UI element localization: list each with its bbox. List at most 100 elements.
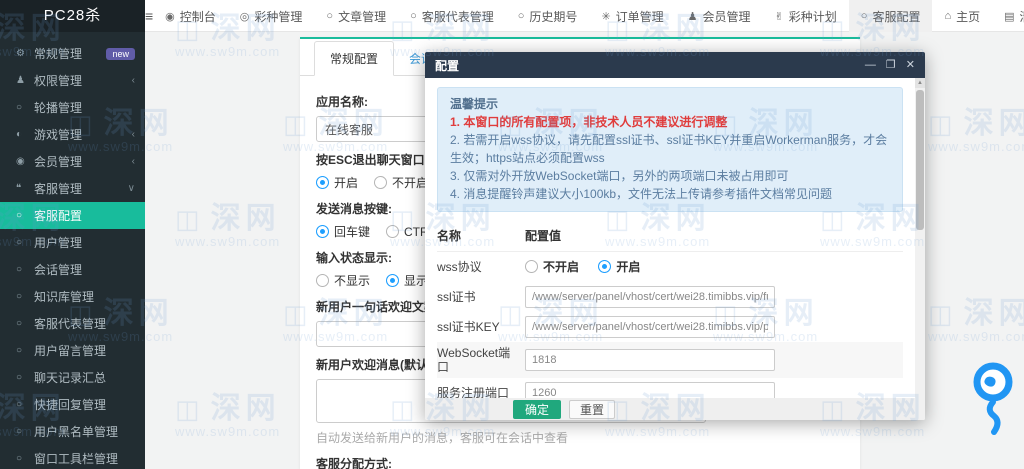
circle-icon: ○ bbox=[16, 372, 34, 383]
circle-icon: ○ bbox=[16, 399, 34, 410]
esc-on-radio[interactable]: 开启 bbox=[316, 174, 358, 191]
sidebar-item-label: 客服配置 bbox=[34, 207, 82, 224]
sidebar-item-label: 游戏管理 bbox=[34, 126, 82, 143]
sidebar-item-8[interactable]: ○会话管理 bbox=[0, 256, 145, 283]
nav-item-8[interactable]: ○客服配置 bbox=[849, 0, 933, 32]
nav-item-10[interactable]: ▤清除缓存 bbox=[992, 0, 1024, 32]
watermark-url: www.sw9m.com bbox=[928, 329, 1024, 345]
sidebar-item-4[interactable]: ◉会员管理‹ bbox=[0, 148, 145, 175]
watermark-logo-text: 深网 bbox=[964, 107, 1024, 140]
sidebar-item-6[interactable]: ○客服配置 bbox=[0, 202, 145, 229]
home-icon: ⌂ bbox=[944, 10, 951, 22]
sidebar-item-label: 知识库管理 bbox=[34, 288, 94, 305]
send-enter-radio[interactable]: 回车键 bbox=[316, 223, 370, 240]
config-value-input[interactable] bbox=[525, 286, 775, 308]
sidebar-item-label: 用户黑名单管理 bbox=[34, 423, 118, 440]
sidebar-item-label: 常规管理 bbox=[34, 45, 82, 62]
users-icon: ♟ bbox=[16, 75, 34, 86]
circle-icon: ○ bbox=[16, 318, 34, 329]
welcome-msg-help: 自动发送给新用户的消息，客服可在会话中查看 bbox=[316, 429, 844, 446]
nav-item-2[interactable]: ○文章管理 bbox=[314, 0, 398, 32]
sidebar-item-7[interactable]: ○用户管理 bbox=[0, 229, 145, 256]
wss-on-radio[interactable]: 开启 bbox=[598, 258, 640, 275]
wss-off-radio[interactable]: 不开启 bbox=[525, 258, 579, 275]
menu-icon[interactable]: ≡ bbox=[145, 0, 153, 32]
sidebar-item-1[interactable]: ♟权限管理‹ bbox=[0, 67, 145, 94]
nav-item-0[interactable]: ◉控制台 bbox=[153, 0, 228, 32]
floating-chat-balloon-icon[interactable] bbox=[968, 360, 1020, 441]
chevron-left-icon: ‹ bbox=[132, 156, 135, 167]
agent-manage-icon: ○ bbox=[410, 10, 417, 22]
wss-options: 不开启 开启 bbox=[525, 258, 903, 276]
sidebar-item-label: 快捷回复管理 bbox=[34, 396, 106, 413]
config-row-0: ssl证书 bbox=[437, 282, 903, 312]
config-row-3: 服务注册端口 bbox=[437, 378, 903, 398]
sidebar-item-2[interactable]: ○轮播管理 bbox=[0, 94, 145, 121]
sidebar-item-14[interactable]: ○用户黑名单管理 bbox=[0, 418, 145, 445]
nav-item-3[interactable]: ○客服代表管理 bbox=[398, 0, 506, 32]
circle-icon: ○ bbox=[16, 237, 34, 248]
typing-show-radio[interactable]: 显示 bbox=[386, 272, 428, 289]
sidebar-item-label: 客服管理 bbox=[34, 180, 82, 197]
sidebar-item-12[interactable]: ○聊天记录汇总 bbox=[0, 364, 145, 391]
lottery-plan-icon: ✌ bbox=[775, 10, 784, 23]
dialog-scrollbar[interactable]: ▲ bbox=[915, 78, 925, 420]
watermark-logo-icon: ◫ bbox=[175, 394, 205, 424]
close-icon[interactable]: ✕ bbox=[906, 60, 915, 71]
scrollbar-thumb[interactable] bbox=[916, 90, 924, 230]
typing-hide-radio[interactable]: 不显示 bbox=[316, 272, 370, 289]
config-value-input[interactable] bbox=[525, 382, 775, 398]
app-stage: PC28杀 ≡ ◉控制台◎彩种管理○文章管理○客服代表管理○历史期号✳订单管理♟… bbox=[0, 0, 1024, 469]
esc-off-radio[interactable]: 不开启 bbox=[374, 174, 428, 191]
article-manage-icon: ○ bbox=[326, 10, 333, 22]
circle-icon: ○ bbox=[16, 453, 34, 464]
history-issue-icon: ○ bbox=[518, 10, 525, 22]
nav-item-9[interactable]: ⌂ 主页 bbox=[932, 0, 992, 32]
sidebar-item-label: 用户管理 bbox=[34, 234, 82, 251]
member-manage-icon: ♟ bbox=[688, 10, 698, 23]
nav-item-5[interactable]: ✳订单管理 bbox=[589, 0, 675, 32]
sidebar-item-9[interactable]: ○知识库管理 bbox=[0, 283, 145, 310]
confirm-button[interactable]: 确定 bbox=[513, 400, 561, 419]
sidebar-item-5[interactable]: ❝客服管理∨ bbox=[0, 175, 145, 202]
sidebar-item-label: 客服代表管理 bbox=[34, 315, 106, 332]
nav-item-label: 主页 bbox=[956, 8, 980, 25]
reset-button[interactable]: 重置 bbox=[569, 400, 615, 419]
watermark-url: www.sw9m.com bbox=[175, 424, 281, 440]
tip-line-1: 2. 若需开启wss协议，请先配置ssl证书、ssl证书KEY并重启Worker… bbox=[450, 131, 890, 167]
sidebar-item-13[interactable]: ○快捷回复管理 bbox=[0, 391, 145, 418]
sidebar-item-3[interactable]: ◐游戏管理‹ bbox=[0, 121, 145, 148]
config-row-label: 服务注册端口 bbox=[437, 386, 525, 398]
config-value-input[interactable] bbox=[525, 316, 775, 338]
nav-item-1[interactable]: ◎彩种管理 bbox=[228, 0, 315, 32]
nav-item-4[interactable]: ○历史期号 bbox=[506, 0, 590, 32]
sidebar-item-label: 窗口工具栏管理 bbox=[34, 450, 118, 467]
sidebar-item-15[interactable]: ○窗口工具栏管理 bbox=[0, 445, 145, 469]
nav-item-label: 控制台 bbox=[180, 8, 216, 25]
config-value-input[interactable] bbox=[525, 349, 775, 371]
sidebar-item-10[interactable]: ○客服代表管理 bbox=[0, 310, 145, 337]
top-nav: ≡ ◉控制台◎彩种管理○文章管理○客服代表管理○历史期号✳订单管理♟会员管理✌彩… bbox=[145, 0, 1024, 32]
maximize-icon[interactable]: ❐ bbox=[886, 60, 896, 71]
dialog-footer: 确定 重置 bbox=[425, 398, 925, 420]
watermark-logo-icon: ◫ bbox=[175, 204, 205, 234]
clear-cache-icon: ▤ bbox=[1004, 10, 1014, 23]
config-row-label: ssl证书 bbox=[437, 290, 525, 304]
dialog-titlebar[interactable]: 配置 — ❐ ✕ bbox=[425, 52, 925, 78]
scrollbar-up-arrow[interactable]: ▲ bbox=[915, 78, 925, 88]
dialog-window-controls: — ❐ ✕ bbox=[865, 60, 915, 71]
tips-title: 温馨提示 bbox=[450, 95, 890, 113]
sidebar: ⚙常规管理new♟权限管理‹○轮播管理◐游戏管理‹◉会员管理‹❝客服管理∨○客服… bbox=[0, 32, 145, 469]
app-logo: PC28杀 bbox=[0, 0, 145, 32]
sidebar-item-0[interactable]: ⚙常规管理new bbox=[0, 40, 145, 67]
tab-general-config[interactable]: 常规配置 bbox=[314, 41, 394, 76]
nav-item-6[interactable]: ♟会员管理 bbox=[676, 0, 763, 32]
col-name: 名称 bbox=[437, 227, 525, 244]
new-badge: new bbox=[106, 48, 135, 60]
tip-line-3: 4. 消息提醒铃声建议大小100kb，文件无法上传请参考插件文档常见问题 bbox=[450, 185, 890, 203]
sidebar-item-11[interactable]: ○用户留言管理 bbox=[0, 337, 145, 364]
minimize-icon[interactable]: — bbox=[865, 60, 876, 71]
config-row-label: ssl证书KEY bbox=[437, 320, 525, 334]
nav-item-label: 彩种管理 bbox=[254, 8, 302, 25]
nav-item-7[interactable]: ✌彩种计划 bbox=[763, 0, 849, 32]
